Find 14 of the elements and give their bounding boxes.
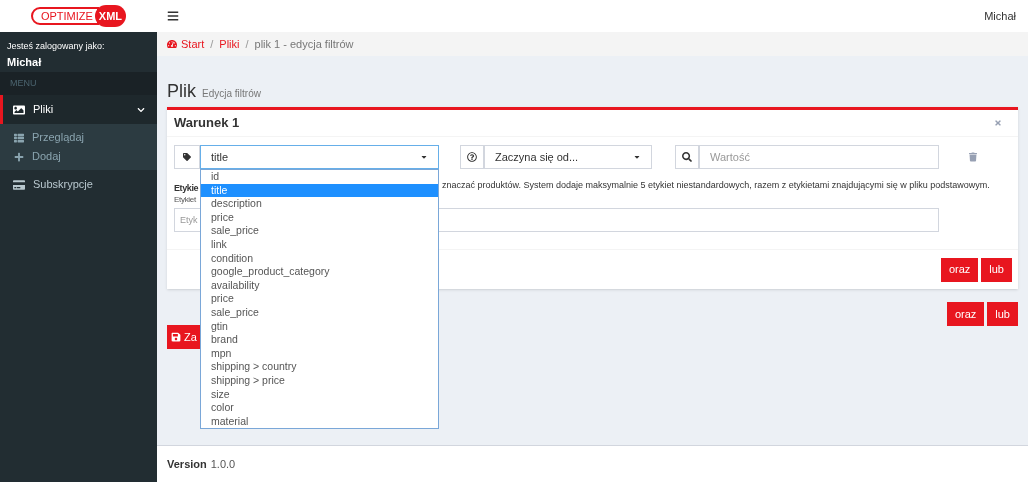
logged-in-label: Jesteś zalogowany jako: bbox=[7, 40, 106, 53]
menu-header: MENU bbox=[10, 76, 37, 90]
labels-field-label: Etykiet bbox=[174, 194, 196, 206]
page-title: Plik bbox=[167, 80, 196, 103]
breadcrumb-separator: / bbox=[245, 36, 249, 52]
labels-heading: Etykie bbox=[174, 183, 199, 193]
version-number: 1.0.0 bbox=[210, 456, 236, 472]
page-subtitle: Edycja filtrów bbox=[202, 87, 261, 101]
card-title: Warunek 1 bbox=[174, 114, 241, 133]
breadcrumb-separator: / bbox=[210, 36, 214, 52]
labels-help-text: znaczać produktów. System dodaje maksymalnie 5 etykiet niestandardowych, razem z etykietami znajdującymi się w pliku podstawowym. bbox=[442, 179, 990, 193]
logged-in-user: Michał bbox=[7, 54, 43, 70]
breadcrumb-current: plik 1 - edycja filtrów bbox=[254, 36, 354, 52]
version-label: Version bbox=[167, 456, 207, 472]
